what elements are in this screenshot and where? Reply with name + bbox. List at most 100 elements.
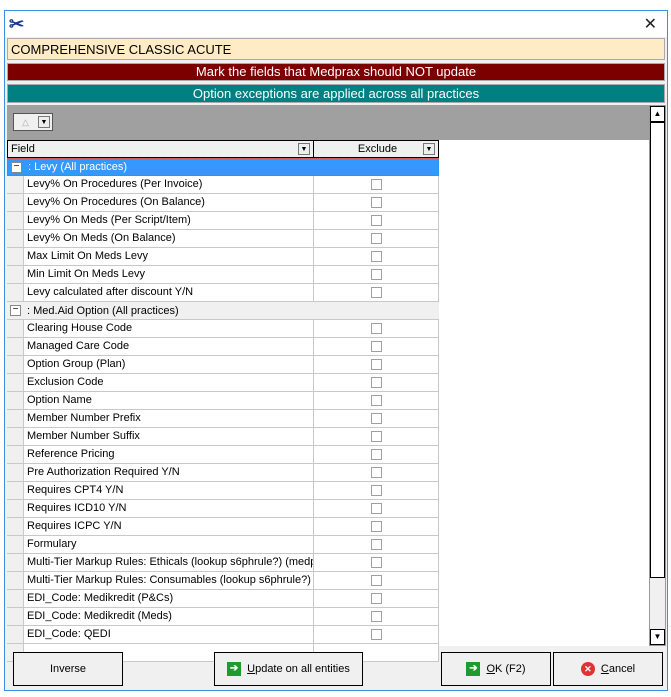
field-name: Levy% On Procedures (Per Invoice) (24, 176, 314, 193)
exclude-checkbox[interactable] (371, 341, 382, 352)
close-button[interactable]: ✕ (644, 14, 657, 34)
update-all-button[interactable]: ➔ Update on all entities (214, 652, 363, 686)
exclude-checkbox[interactable] (371, 251, 382, 262)
exclude-checkbox[interactable] (371, 611, 382, 622)
ok-button[interactable]: ➔ OK (F2) (441, 652, 551, 686)
table-row[interactable]: Requires ICPC Y/N (7, 518, 439, 536)
exclude-cell[interactable] (314, 410, 439, 427)
exclude-cell[interactable] (314, 356, 439, 373)
table-row[interactable]: Managed Care Code (7, 338, 439, 356)
exclude-checkbox[interactable] (371, 179, 382, 190)
table-row[interactable]: Min Limit On Meds Levy (7, 266, 439, 284)
chevron-down-icon[interactable]: ▼ (423, 143, 435, 155)
exclude-cell[interactable] (314, 572, 439, 589)
exclude-checkbox[interactable] (371, 395, 382, 406)
chevron-down-icon[interactable]: ▼ (38, 116, 50, 128)
table-row[interactable]: EDI_Code: Medikredit (P&Cs) (7, 590, 439, 608)
exclude-checkbox[interactable] (371, 503, 382, 514)
exclude-checkbox[interactable] (371, 539, 382, 550)
exclude-cell[interactable] (314, 194, 439, 211)
exclude-cell[interactable] (314, 266, 439, 283)
row-indent (7, 176, 24, 193)
table-row[interactable]: Member Number Suffix (7, 428, 439, 446)
table-row[interactable]: Multi-Tier Markup Rules: Consumables (lo… (7, 572, 439, 590)
table-row[interactable]: Levy% On Meds (On Balance) (7, 230, 439, 248)
sort-button[interactable]: △ ▼ (13, 113, 53, 131)
collapse-icon[interactable]: − (11, 161, 22, 173)
table-row[interactable]: Clearing House Code (7, 320, 439, 338)
row-indent (7, 572, 24, 589)
row-indent (7, 518, 24, 535)
table-row[interactable]: Levy% On Procedures (Per Invoice) (7, 176, 439, 194)
table-row[interactable]: Levy% On Meds (Per Script/Item) (7, 212, 439, 230)
exclude-checkbox[interactable] (371, 557, 382, 568)
exclude-cell[interactable] (314, 284, 439, 301)
exclude-cell[interactable] (314, 428, 439, 445)
table-row[interactable]: Option Group (Plan) (7, 356, 439, 374)
exclude-cell[interactable] (314, 608, 439, 625)
table-row[interactable]: Requires CPT4 Y/N (7, 482, 439, 500)
exclude-checkbox[interactable] (371, 593, 382, 604)
exclude-checkbox[interactable] (371, 233, 382, 244)
exclude-checkbox[interactable] (371, 359, 382, 370)
exclude-cell[interactable] (314, 212, 439, 229)
exclude-checkbox[interactable] (371, 197, 382, 208)
inverse-button[interactable]: Inverse (13, 652, 123, 686)
exclude-checkbox[interactable] (371, 431, 382, 442)
exclude-cell[interactable] (314, 500, 439, 517)
exclude-cell[interactable] (314, 338, 439, 355)
exclude-cell[interactable] (314, 374, 439, 391)
exclude-cell[interactable] (314, 320, 439, 337)
exclude-checkbox[interactable] (371, 449, 382, 460)
exclude-checkbox[interactable] (371, 377, 382, 388)
exclude-checkbox[interactable] (371, 629, 382, 640)
exclude-checkbox[interactable] (371, 413, 382, 424)
exclude-cell[interactable] (314, 590, 439, 607)
exclude-cell[interactable] (314, 518, 439, 535)
table-row[interactable]: Exclusion Code (7, 374, 439, 392)
table-row[interactable]: Levy% On Procedures (On Balance) (7, 194, 439, 212)
exclude-checkbox[interactable] (371, 467, 382, 478)
exclude-cell[interactable] (314, 446, 439, 463)
column-field[interactable]: Field ▼ (8, 141, 314, 157)
exclude-cell[interactable] (314, 482, 439, 499)
exclude-cell[interactable] (314, 176, 439, 193)
table-row[interactable]: EDI_Code: QEDI (7, 626, 439, 644)
table-row[interactable]: Pre Authorization Required Y/N (7, 464, 439, 482)
exclude-cell[interactable] (314, 464, 439, 481)
exclude-checkbox[interactable] (371, 485, 382, 496)
scroll-up-icon[interactable]: ▲ (650, 106, 665, 122)
chevron-down-icon[interactable]: ▼ (298, 143, 310, 155)
vertical-scrollbar[interactable]: ▲ ▼ (649, 105, 666, 646)
table-row[interactable]: Reference Pricing (7, 446, 439, 464)
field-name: Exclusion Code (24, 374, 314, 391)
exclude-checkbox[interactable] (371, 323, 382, 334)
exclude-cell[interactable] (314, 536, 439, 553)
exclude-checkbox[interactable] (371, 269, 382, 280)
column-exclude[interactable]: Exclude ▼ (314, 141, 438, 157)
cancel-icon: ✕ (580, 662, 595, 676)
exclude-cell[interactable] (314, 248, 439, 265)
exclude-cell[interactable] (314, 554, 439, 571)
table-row[interactable]: Max Limit On Meds Levy (7, 248, 439, 266)
exclude-checkbox[interactable] (371, 215, 382, 226)
table-row[interactable]: Multi-Tier Markup Rules: Ethicals (looku… (7, 554, 439, 572)
table-row[interactable]: Formulary (7, 536, 439, 554)
table-row[interactable]: Option Name (7, 392, 439, 410)
scroll-thumb[interactable] (650, 122, 665, 578)
scroll-down-icon[interactable]: ▼ (650, 629, 665, 645)
exclude-cell[interactable] (314, 626, 439, 643)
exclude-cell[interactable] (314, 392, 439, 409)
exclude-checkbox[interactable] (371, 575, 382, 586)
collapse-icon[interactable]: − (10, 305, 21, 316)
cancel-button[interactable]: ✕ Cancel (553, 652, 663, 686)
table-row[interactable]: EDI_Code: Medikredit (Meds) (7, 608, 439, 626)
table-row[interactable]: Member Number Prefix (7, 410, 439, 428)
group-row[interactable]: −: Levy (All practices) (7, 158, 439, 176)
exclude-checkbox[interactable] (371, 287, 382, 298)
table-row[interactable]: Levy calculated after discount Y/N (7, 284, 439, 302)
exclude-checkbox[interactable] (371, 521, 382, 532)
exclude-cell[interactable] (314, 230, 439, 247)
table-row[interactable]: Requires ICD10 Y/N (7, 500, 439, 518)
group-row[interactable]: −: Med.Aid Option (All practices) (7, 302, 439, 320)
